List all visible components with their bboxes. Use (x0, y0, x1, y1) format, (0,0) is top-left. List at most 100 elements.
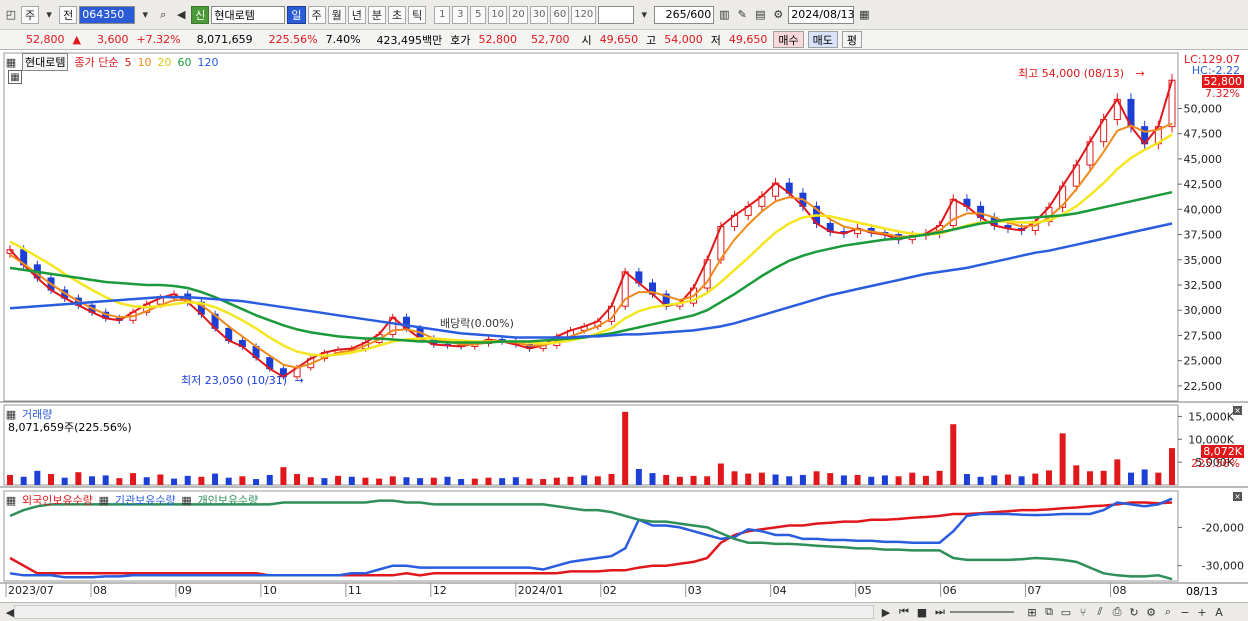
layout-icon[interactable]: ▭ (1058, 603, 1074, 621)
calendar-icon[interactable]: ▦ (856, 6, 872, 24)
interval-60[interactable]: 60 (550, 5, 570, 24)
zoom-in-icon[interactable]: + (1194, 603, 1210, 621)
tool-icons: ⊞ ⧉ ▭ ⑂ ⫽ ⎙ ↻ ⚙ ⌕ − + A (1024, 603, 1227, 621)
volume-bar (758, 472, 765, 485)
stock-code-input[interactable]: 064350 (79, 5, 136, 24)
open-label: 시 (581, 33, 592, 47)
zoom-icon[interactable]: ⌕ (1160, 603, 1176, 621)
volume-bar (403, 477, 410, 485)
window-icon[interactable]: ◰ (3, 6, 19, 24)
print-icon[interactable]: ⎙ (1109, 603, 1125, 621)
price-legend: ▦ 현대로템 종가 단순 5 10 20 60 120 (6, 53, 218, 71)
collapse-icon[interactable]: × (1233, 492, 1242, 501)
interval-20[interactable]: 20 (508, 5, 528, 24)
ma-60-line (9, 190, 1173, 344)
legend-stock-name[interactable]: 현대로템 (22, 53, 69, 71)
arrow-right-icon: → (1135, 67, 1145, 80)
refresh-icon[interactable]: ↻ (1126, 603, 1142, 621)
high-annotation-text: 최고 54,000 (08/13) (1018, 67, 1125, 80)
volume-bar (608, 474, 615, 485)
rewind-icon[interactable]: ⏮ (896, 603, 912, 621)
period-month[interactable]: 월 (327, 5, 346, 24)
grid-icon[interactable]: ▦ (6, 53, 16, 71)
interval-3[interactable]: 3 (452, 5, 469, 24)
speaker-icon[interactable]: ◀ (173, 6, 189, 24)
count-input[interactable]: 265/600 (654, 5, 715, 24)
volume-bar (239, 476, 246, 485)
interval-1[interactable]: 1 (434, 5, 451, 24)
chevron-down-icon[interactable]: ▾ (636, 6, 652, 24)
grid-icon[interactable]: ▦ (6, 491, 16, 509)
grid-icon[interactable]: ▦ (181, 491, 191, 509)
period-day[interactable]: 일 (287, 5, 306, 24)
settings-icon[interactable]: ⚙ (1143, 603, 1159, 621)
sell-button[interactable]: 매도 (807, 31, 838, 48)
collapse-icon[interactable]: × (1233, 406, 1242, 415)
x-axis: 2023/07 08 09 10 11 12 2024/01 02 03 04 05 06 07 08 (0, 582, 1248, 597)
gear-icon[interactable]: ⚙ (770, 6, 786, 24)
volume-bar (376, 478, 383, 485)
chart-compare-icon[interactable]: ⫽ (1092, 603, 1108, 621)
ma-120-line (9, 222, 1173, 339)
period-tick[interactable]: 틱 (408, 5, 427, 24)
volume-bar (881, 475, 888, 485)
chevron-down-icon[interactable]: ▾ (41, 6, 57, 24)
period-minute[interactable]: 분 (367, 5, 386, 24)
legend-type: 종가 단순 (74, 56, 119, 69)
volume-bar (335, 475, 342, 485)
volume-bar (20, 476, 27, 485)
ma-20-line (9, 133, 1173, 357)
volume-bar (512, 477, 519, 485)
price-tick-label: 32,500 (1184, 279, 1223, 292)
period-week[interactable]: 주 (307, 5, 326, 24)
chevron-down-icon[interactable]: ▾ (137, 6, 153, 24)
price-tick-label: 40,000 (1184, 203, 1223, 216)
interval-custom-input[interactable] (598, 5, 635, 24)
price-tick-label: 45,000 (1184, 153, 1223, 166)
grid-icon[interactable]: ▦ (99, 491, 109, 509)
crosshair-icon[interactable]: ⊞ (1024, 603, 1040, 621)
volume-bar (991, 475, 998, 485)
horizontal-scrollbar[interactable] (14, 605, 874, 619)
zoom-slider[interactable] (950, 611, 1014, 613)
turnover-rate: 7.40% (325, 33, 361, 46)
prefix-button[interactable]: 전 (59, 5, 78, 24)
candle-icon[interactable]: ▥ (716, 6, 732, 24)
draw-icon[interactable]: ✎ (734, 6, 750, 24)
volume-bar (430, 477, 437, 485)
table-icon[interactable]: ▦ (8, 70, 22, 84)
eval-button[interactable]: 평 (841, 31, 863, 48)
date-input[interactable]: 2024/08/13 (788, 5, 855, 24)
volume-bar (48, 474, 55, 485)
font-icon[interactable]: A (1211, 603, 1227, 621)
zoom-out-icon[interactable]: − (1177, 603, 1193, 621)
volume-panel: 5,000K10,000K15,000K (0, 404, 1248, 488)
interval-120[interactable]: 120 (571, 5, 597, 24)
bid-label: 호가 (450, 33, 471, 47)
search-icon[interactable]: ⌕ (155, 6, 171, 24)
interval-10[interactable]: 10 (488, 5, 507, 24)
nav-controls: ▶ ⏮ ■ ⏭ (878, 603, 948, 621)
interval-5[interactable]: 5 (470, 5, 487, 24)
x-tick-label: 07 (1028, 584, 1042, 597)
volume-bar (635, 469, 642, 485)
play-icon[interactable]: ▶ (878, 603, 894, 621)
flow-tick-label: -20,000 (1202, 521, 1244, 534)
stock-name-field[interactable]: 현대로템 (211, 5, 286, 24)
interval-30[interactable]: 30 (529, 5, 549, 24)
market-select[interactable]: 주 (21, 5, 40, 24)
price-tick-label: 42,500 (1184, 178, 1223, 191)
forward-icon[interactable]: ⏭ (932, 603, 948, 621)
save-icon[interactable]: ▤ (752, 6, 768, 24)
volume-bar (34, 470, 41, 485)
copy-icon[interactable]: ⧉ (1041, 603, 1057, 621)
volume-bar (7, 474, 13, 485)
stop-icon[interactable]: ■ (914, 603, 930, 621)
fork-icon[interactable]: ⑂ (1075, 603, 1091, 621)
legend-ma60: 60 (177, 55, 192, 69)
flow-tick-label: -30,000 (1202, 560, 1244, 573)
volume-bar (936, 470, 943, 485)
buy-button[interactable]: 매수 (773, 31, 804, 48)
period-second[interactable]: 초 (388, 5, 407, 24)
period-year[interactable]: 년 (347, 5, 366, 24)
